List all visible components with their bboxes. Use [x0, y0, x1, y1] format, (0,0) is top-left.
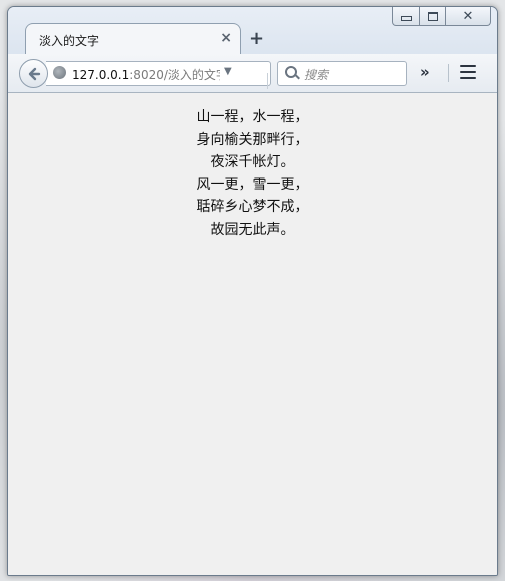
tab-active[interactable]: 淡入的文字 × — [25, 23, 241, 55]
overflow-chevron-icon[interactable]: » — [420, 63, 430, 81]
new-tab-plus-icon[interactable]: + — [249, 28, 264, 49]
poem-line: 风一更，雪一更， — [196, 176, 309, 193]
url-bar[interactable]: 127.0.0.1:8020/淡入的文字 ▼ ↻ — [46, 61, 291, 90]
tab-title: 淡入的文字 — [39, 34, 100, 48]
back-button[interactable] — [19, 59, 48, 88]
browser-window: ✕ 淡入的文字 × + 127.0.0.1:8020/淡入的文字 ▼ ↻ 搜索 … — [7, 6, 498, 576]
minimize-icon — [400, 16, 412, 21]
tab-close-icon[interactable]: × — [220, 30, 232, 46]
url-path: :8020/淡入的文字 — [129, 68, 220, 82]
poem-line: 山一程，水一程， — [196, 109, 309, 125]
search-box[interactable]: 搜索 — [277, 61, 407, 86]
close-window-button[interactable]: ✕ — [446, 7, 491, 26]
menu-hamburger-icon[interactable] — [460, 65, 476, 83]
search-icon — [285, 66, 297, 78]
poem-line: 身向榆关那畔行， — [196, 131, 309, 148]
poem-line: 故园无此声。 — [210, 221, 295, 238]
globe-icon — [53, 66, 66, 79]
page-content: 山一程，水一程， 身向榆关那畔行， 夜深千帐灯。 风一更，雪一更， 聒碎乡心梦不… — [8, 93, 497, 575]
navigation-toolbar: 127.0.0.1:8020/淡入的文字 ▼ ↻ 搜索 » — [8, 54, 497, 93]
search-placeholder: 搜索 — [304, 68, 329, 82]
poem-line: 聒碎乡心梦不成， — [196, 199, 309, 215]
poem: 山一程，水一程， 身向榆关那畔行， 夜深千帐灯。 风一更，雪一更， 聒碎乡心梦不… — [8, 106, 497, 241]
maximize-icon — [427, 11, 438, 21]
url-separator — [267, 73, 268, 89]
toolbar-separator — [448, 64, 449, 82]
url-dropdown-icon[interactable]: ▼ — [224, 66, 232, 77]
title-bar: ✕ 淡入的文字 × + — [8, 7, 497, 57]
minimize-button[interactable] — [392, 7, 420, 26]
back-arrow-icon — [28, 67, 40, 80]
close-icon: ✕ — [462, 8, 474, 24]
window-controls: ✕ — [392, 7, 491, 26]
poem-line: 夜深千帐灯。 — [210, 154, 295, 170]
url-text: 127.0.0.1:8020/淡入的文字 — [72, 62, 220, 85]
maximize-button[interactable] — [420, 7, 446, 26]
url-host: 127.0.0.1 — [72, 68, 130, 82]
